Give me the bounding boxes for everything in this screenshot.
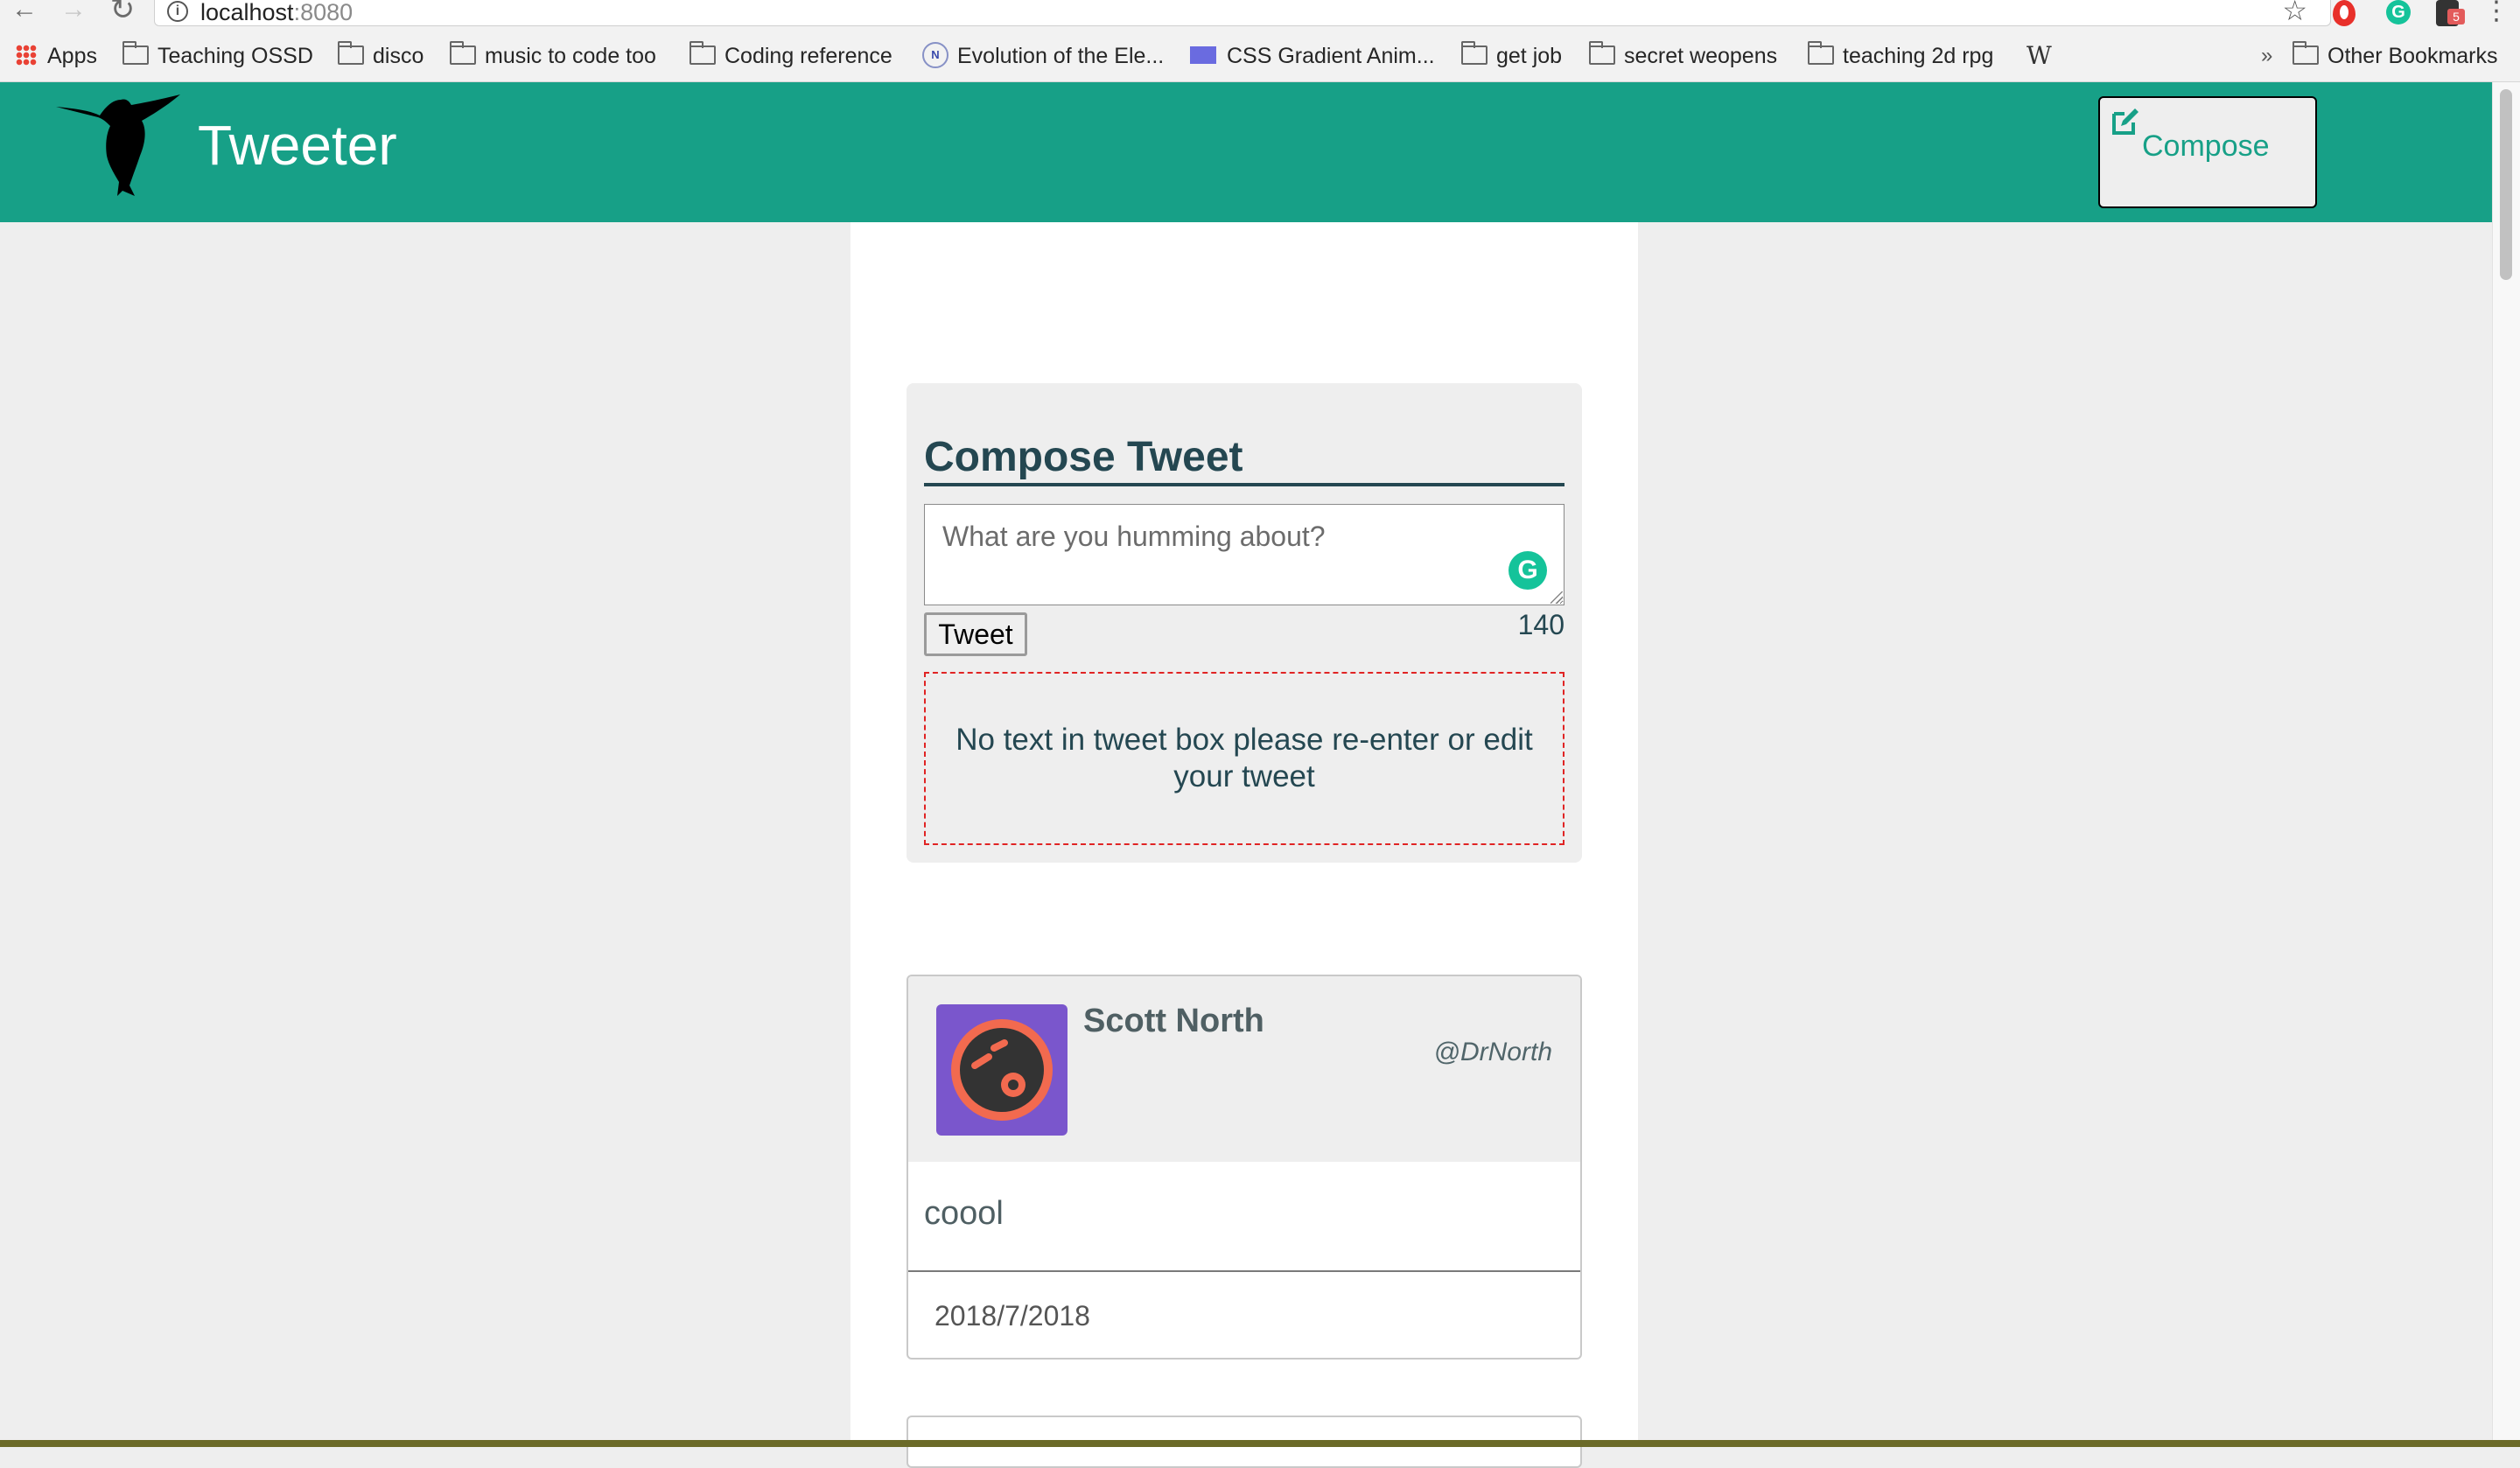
character-counter: 140 [1517,609,1564,640]
back-arrow-icon[interactable]: ← [7,0,42,26]
edit-icon [2112,108,2138,135]
browser-toolbar: ← → ↻ i localhost:8080 ☆ 5 ⋮ [0,0,2520,30]
tweet-date: 2018/7/2018 [934,1300,1090,1332]
bookmark-label: secret weopens [1624,44,1778,68]
bookmark-get-job[interactable]: get job [1461,40,1562,72]
app-title: Tweeter [198,114,397,177]
avatar-face-icon [951,1019,1053,1121]
bookmark-label: Coding reference [724,44,892,68]
bookmark-label: disco [373,44,424,68]
compose-button-label: Compose [2142,129,2270,163]
tweet-author-name: Scott North [1083,1003,1264,1039]
site-icon: N [922,42,948,69]
bookmark-label: Teaching OSSD [158,44,313,68]
page-scrollbar[interactable] [2492,82,2520,1444]
bookmark-label: Evolution of the Ele... [957,44,1165,68]
tweet-author-handle: @DrNorth [1433,1038,1552,1066]
url-port: :8080 [293,0,354,25]
bookmark-css-gradient[interactable]: CSS Gradient Anim... [1190,40,1435,72]
bookmark-label: teaching 2d rpg [1843,44,1994,68]
tweet-content: coool [924,1195,1004,1232]
folder-icon [450,41,476,66]
opera-extension-icon[interactable] [2333,0,2356,26]
folder-icon [1589,41,1615,66]
bookmark-label: get job [1496,44,1563,68]
app-header: Tweeter Compose [0,82,2492,222]
tweet-textarea[interactable] [924,504,1564,605]
bookmark-secret-weopens[interactable]: secret weopens [1589,40,1777,72]
hummingbird-logo-icon [56,94,180,196]
folder-icon [1808,41,1834,66]
extension-badge: 5 [2447,9,2465,24]
main-container: Compose Tweet Tweet 140 No text in tweet… [850,222,1638,1468]
bookmark-apps[interactable]: Apps [16,40,97,72]
bookmark-teaching-2d-rpg[interactable]: teaching 2d rpg [1808,40,1993,72]
info-icon[interactable]: i [167,1,188,22]
bookmark-star-icon[interactable]: ☆ [2282,0,2307,27]
folder-icon [338,41,364,66]
folder-icon [2292,41,2319,66]
folder-icon [122,41,149,66]
url-text[interactable]: localhost:8080 [200,0,353,26]
bookmark-teaching-ossd[interactable]: Teaching OSSD [122,40,313,72]
address-bar[interactable]: i localhost:8080 ☆ [154,0,2331,26]
tweet-header: Scott North @DrNorth [908,976,1580,1162]
bookmark-coding-reference[interactable]: Coding reference [690,40,892,72]
folder-icon [1461,41,1488,66]
bookmark-other-bookmarks[interactable]: Other Bookmarks [2292,40,2498,72]
compose-button[interactable]: Compose [2098,96,2317,208]
wikipedia-icon: W [2026,41,2052,70]
tweet-card: Scott North @DrNorth coool 2018/7/2018 [906,975,1582,1360]
bookmark-label: Apps [47,44,97,68]
url-host: localhost [200,0,294,25]
bookmark-disco[interactable]: disco [338,40,424,72]
grammarly-icon[interactable] [1508,551,1547,590]
reload-icon[interactable]: ↻ [105,0,140,26]
bookmark-wikipedia[interactable]: W [2026,40,2052,72]
error-message: No text in tweet box please re-enter or … [924,672,1564,845]
forward-arrow-icon[interactable]: → [56,0,91,26]
window-bottom-edge [0,1440,2520,1447]
bookmark-music-to-code-too[interactable]: music to code too [450,40,656,72]
tweet-submit-button[interactable]: Tweet [924,612,1027,656]
avatar [936,1004,1068,1136]
bookmarks-overflow-chevron[interactable]: » [2261,40,2272,72]
browser-menu-icon[interactable]: ⋮ [2483,0,2510,24]
apps-grid-icon [16,45,37,66]
site-icon [1190,46,1216,65]
bookmark-label: music to code too [485,44,656,68]
bookmarks-bar: Apps Teaching OSSD disco music to code t… [0,30,2520,82]
bookmark-evolution[interactable]: N Evolution of the Ele... [922,40,1164,72]
tweet-footer: 2018/7/2018 [908,1270,1580,1358]
bookmark-label: CSS Gradient Anim... [1227,44,1435,68]
new-tweet-section: Compose Tweet Tweet 140 No text in tweet… [906,383,1582,863]
textarea-resize-handle[interactable] [1550,591,1563,604]
bookmark-label: Other Bookmarks [2328,44,2498,68]
scrollbar-thumb[interactable] [2500,89,2512,280]
grammarly-extension-icon[interactable] [2386,0,2411,24]
compose-heading: Compose Tweet [924,432,1564,486]
folder-icon [690,41,716,66]
